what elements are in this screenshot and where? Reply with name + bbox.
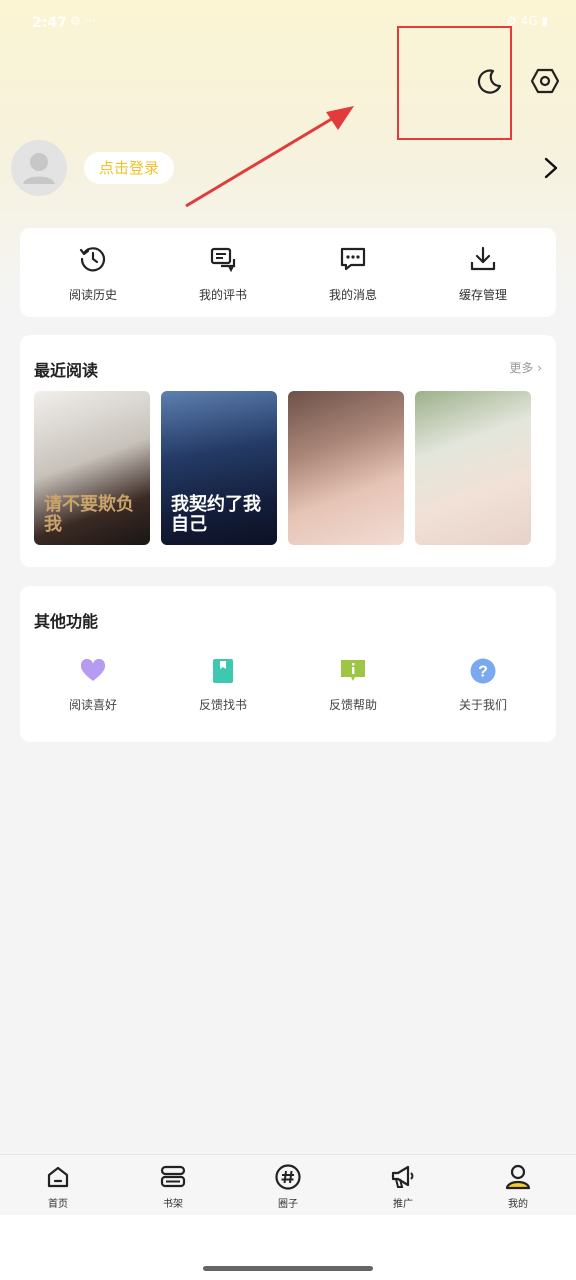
home-indicator[interactable]: [203, 1266, 373, 1271]
book-cover[interactable]: 我契约了我自己: [161, 391, 277, 545]
home-icon: [47, 1166, 69, 1188]
other-item-label: 反馈找书: [198, 698, 247, 712]
more-link[interactable]: 更多 ›: [509, 359, 542, 376]
other-item-label: 关于我们: [458, 698, 507, 712]
comment-book-icon: [210, 247, 236, 273]
question-icon: ?: [470, 658, 496, 684]
profile-icon: [505, 1164, 531, 1190]
book-cover[interactable]: [288, 391, 404, 545]
download-icon: [470, 246, 496, 271]
quick-action-cache[interactable]: 缓存管理: [423, 244, 543, 303]
default-avatar-icon: [23, 153, 55, 184]
quick-action-history[interactable]: 阅读历史: [33, 244, 153, 303]
other-item-find-book[interactable]: 反馈找书: [163, 658, 283, 713]
quick-action-label: 缓存管理: [458, 288, 507, 302]
message-icon: [340, 247, 366, 271]
nav-bookshelf[interactable]: 书架: [133, 1163, 213, 1210]
bookshelf-icon: [160, 1165, 186, 1188]
status-indicators: ⚙ 4G ▮: [506, 14, 548, 28]
nav-promotion[interactable]: 推广: [363, 1163, 443, 1210]
settings-hexagon-icon: [531, 68, 559, 94]
other-functions-card: 其他功能 阅读喜好 反馈找书 反馈帮助 ? 关于我们: [20, 586, 556, 742]
other-item-about[interactable]: ? 关于我们: [423, 658, 543, 713]
quick-action-label: 阅读历史: [68, 288, 117, 302]
book-cover-title: 我契约了我自己: [171, 494, 261, 535]
nav-community[interactable]: 圈子: [248, 1163, 328, 1210]
recent-reading-card: 最近阅读 更多 › 请不要欺负我 我契约了我自己: [20, 335, 556, 567]
quick-action-label: 我的消息: [328, 288, 377, 302]
settings-button[interactable]: [527, 63, 563, 99]
recent-reading-title: 最近阅读: [34, 361, 99, 380]
heart-icon: [80, 659, 106, 681]
nav-label: 书架: [163, 1199, 183, 1210]
other-item-label: 阅读喜好: [68, 698, 117, 712]
quick-action-messages[interactable]: 我的消息: [293, 244, 413, 303]
other-item-label: 反馈帮助: [328, 698, 377, 712]
svg-text:?: ?: [478, 664, 488, 681]
nav-label: 我的: [508, 1199, 528, 1210]
status-signal: ⚙ 4G ▮: [506, 14, 548, 28]
avatar[interactable]: [11, 140, 67, 196]
nav-home[interactable]: 首页: [18, 1163, 98, 1210]
quick-action-label: 我的评书: [198, 288, 247, 302]
megaphone-icon: [391, 1165, 414, 1188]
status-notifications: ⚙ ···: [70, 14, 97, 28]
book-cover[interactable]: [415, 391, 531, 545]
book-cover-title: 请不要欺负我: [44, 494, 134, 535]
info-chat-icon: [341, 660, 365, 681]
clock-history-icon: [79, 247, 106, 272]
nav-profile[interactable]: 我的: [478, 1163, 558, 1210]
nav-label: 首页: [48, 1199, 68, 1210]
quick-actions-card: 阅读历史 我的评书 我的消息 缓存管理: [20, 228, 556, 317]
nav-label: 圈子: [278, 1199, 298, 1210]
other-item-preferences[interactable]: 阅读喜好: [33, 658, 153, 713]
annotation-highlight-box: [397, 26, 512, 140]
book-cover[interactable]: 请不要欺负我: [34, 391, 150, 545]
hashtag-icon: [275, 1164, 301, 1190]
status-time: 2:47: [32, 15, 67, 31]
quick-action-reviews[interactable]: 我的评书: [163, 244, 283, 303]
chevron-right-icon[interactable]: [540, 156, 562, 180]
other-item-help[interactable]: 反馈帮助: [293, 658, 413, 713]
annotation-arrow: [185, 106, 354, 208]
more-link-label: 更多: [509, 361, 534, 375]
bookmark-icon: [213, 659, 233, 683]
chevron-right-small-icon: ›: [537, 361, 542, 375]
other-functions-title: 其他功能: [34, 612, 99, 631]
bottom-navigation: 首页 书架 圈子 推广 我的: [0, 1154, 576, 1215]
login-button[interactable]: 点击登录: [84, 152, 174, 184]
nav-label: 推广: [393, 1199, 413, 1210]
